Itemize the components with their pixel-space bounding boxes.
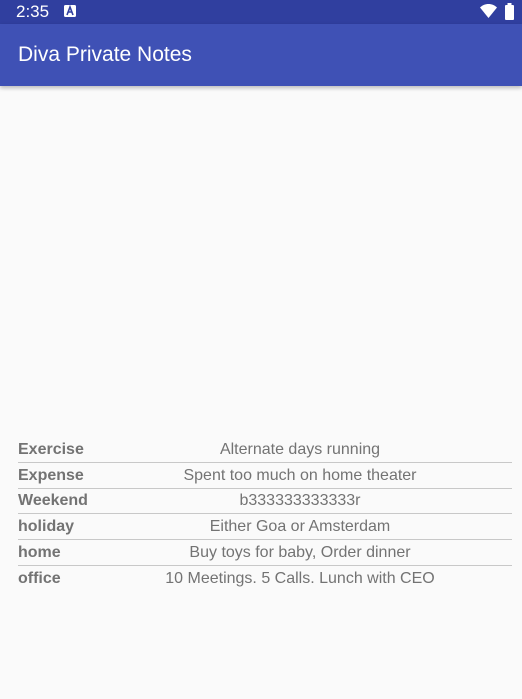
note-body: Either Goa or Amsterdam [209, 518, 391, 536]
note-title: home [18, 544, 61, 562]
notes-list: Exercise Alternate days running Expense … [18, 437, 512, 592]
a-letter-icon [64, 5, 76, 17]
note-body: 10 Meetings. 5 Calls. Lunch with CEO [165, 569, 435, 587]
wifi-icon [480, 4, 497, 18]
note-title: Expense [18, 466, 84, 484]
battery-icon [505, 3, 514, 20]
note-title: holiday [18, 518, 75, 536]
note-row-home[interactable]: home Buy toys for baby, Order dinner [18, 540, 512, 566]
note-body: Alternate days running [219, 440, 381, 458]
status-time: 2:35 [16, 2, 50, 21]
status-bar: 2:35 [0, 0, 522, 24]
app-bar: Diva Private Notes [0, 24, 522, 86]
note-body: Buy toys for baby, Order dinner [189, 544, 411, 562]
note-row-exercise[interactable]: Exercise Alternate days running [18, 437, 512, 463]
note-row-holiday[interactable]: holiday Either Goa or Amsterdam [18, 514, 512, 541]
note-title: office [18, 569, 61, 587]
note-title: Weekend [18, 492, 88, 510]
note-body: b333333333333r [239, 492, 361, 510]
note-row-weekend[interactable]: Weekend b333333333333r [18, 489, 512, 515]
note-row-expense[interactable]: Expense Spent too much on home theater [18, 463, 512, 489]
note-body: Spent too much on home theater [183, 466, 417, 484]
note-title: Exercise [18, 440, 84, 458]
app-title: Diva Private Notes [18, 43, 192, 66]
note-row-office[interactable]: office 10 Meetings. 5 Calls. Lunch with … [18, 566, 512, 592]
